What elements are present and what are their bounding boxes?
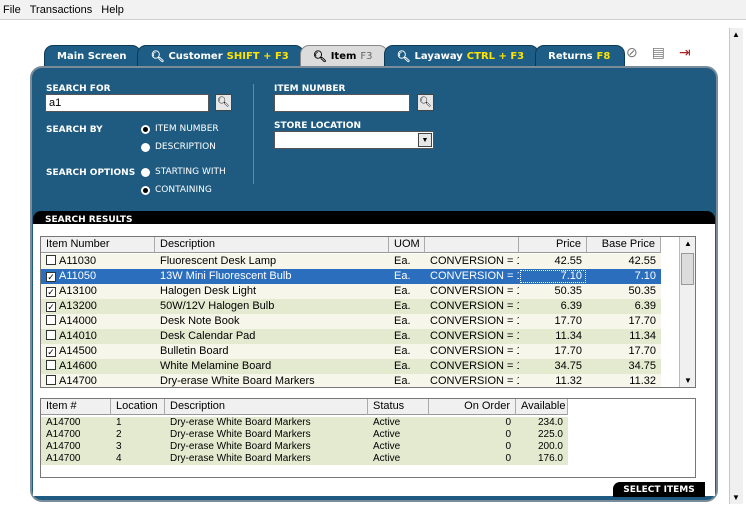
inventory-grid: Item # Location Description Status On Or… — [40, 398, 696, 478]
search-for-input[interactable] — [45, 94, 209, 112]
list-item[interactable]: A14700 3 Dry-erase White Board Markers Acti… — [41, 441, 568, 453]
table-row[interactable]: A11030 Fluorescent Desk Lamp Ea. CONVERSION… — [41, 254, 661, 269]
scroll-down-icon[interactable]: ▼ — [732, 493, 740, 502]
search-by-label: SEARCH BY — [46, 125, 103, 135]
tab-main-screen[interactable]: Main Screen — [44, 45, 142, 67]
col-inv-description[interactable]: Description — [165, 399, 368, 415]
row-checkbox[interactable]: ✓ — [46, 272, 56, 282]
item-number-search-button[interactable]: 🔍︎ — [417, 94, 434, 111]
toolbar-icons: ⊘ ▤ ⇥ — [626, 44, 691, 61]
table-row[interactable]: A14600 White Melamine Board Ea. CONVERSION … — [41, 359, 661, 374]
tab-customer[interactable]: 🔍︎ Customer SHIFT + F3 — [137, 45, 304, 67]
col-location[interactable]: Location — [111, 399, 165, 415]
row-checkbox[interactable]: ✓ — [46, 302, 56, 312]
table-row[interactable]: ✓ A13200 50W/12V Halogen Bulb Ea. CONVERSION… — [41, 299, 661, 314]
scroll-up-icon[interactable]: ▲ — [684, 239, 692, 248]
tab-layaway[interactable]: 🔍︎ Layaway CTRL + F3 — [383, 45, 540, 67]
row-checkbox[interactable] — [46, 330, 56, 340]
table-row[interactable]: ✓ A14500 Bulletin Board Ea. CONVERSION = 1 17… — [41, 344, 661, 359]
table-row[interactable]: A14000 Desk Note Book Ea. CONVERSION = 1 17.… — [41, 314, 661, 329]
tab-returns[interactable]: Returns F8 — [535, 45, 626, 67]
search-results-grid: Item Number Description UOM Price Base P… — [40, 236, 696, 388]
cancel-icon[interactable]: ⊘ — [626, 44, 638, 61]
row-checkbox[interactable] — [46, 255, 56, 265]
row-checkbox[interactable]: ✓ — [46, 347, 56, 357]
menu-help[interactable]: Help — [101, 4, 124, 16]
col-price[interactable]: Price — [519, 237, 587, 253]
tab-bar: Main Screen 🔍︎ Customer SHIFT + F3 🔍︎ Item F… — [44, 45, 626, 67]
exit-icon[interactable]: ⇥ — [679, 44, 691, 61]
row-checkbox[interactable]: ✓ — [46, 287, 56, 297]
store-location-select[interactable]: ▼ — [274, 131, 434, 149]
row-checkbox[interactable] — [46, 375, 56, 385]
results-scrollbar[interactable]: ▲ ▼ — [679, 237, 695, 387]
window-scrollbar[interactable]: ▲ ▼ — [729, 28, 743, 504]
search-for-button[interactable]: 🔍︎ — [215, 94, 232, 111]
scroll-thumb[interactable] — [681, 253, 694, 285]
list-item[interactable]: A14700 2 Dry-erase White Board Markers Acti… — [41, 429, 568, 441]
grid-header: Item Number Description UOM Price Base P… — [41, 237, 661, 253]
register-icon[interactable]: ▤ — [652, 44, 665, 61]
table-row[interactable]: A14010 Desk Calendar Pad Ea. CONVERSION = 1… — [41, 329, 661, 344]
row-checkbox[interactable] — [46, 315, 56, 325]
search-icon: 🔍︎ — [419, 97, 432, 108]
search-icon: 🔍︎ — [396, 50, 411, 63]
inventory-header: Item # Location Description Status On Or… — [41, 399, 568, 415]
list-item[interactable]: A14700 1 Dry-erase White Board Markers Acti… — [41, 417, 568, 429]
col-available[interactable]: Available — [516, 399, 568, 415]
tab-item[interactable]: 🔍︎ Item F3 — [299, 45, 388, 67]
menu-bar: File Transactions Help — [0, 0, 746, 20]
col-description[interactable]: Description — [155, 237, 389, 253]
radio-starting-with[interactable]: STARTING WITH — [141, 167, 226, 177]
search-options-label: SEARCH OPTIONS — [46, 168, 136, 178]
col-conversion[interactable] — [425, 237, 519, 253]
scroll-down-icon[interactable]: ▼ — [684, 376, 692, 385]
search-for-label: SEARCH FOR — [46, 84, 111, 94]
col-status[interactable]: Status — [368, 399, 429, 415]
col-item-num[interactable]: Item # — [41, 399, 111, 415]
store-location-label: STORE LOCATION — [274, 121, 362, 131]
menu-transactions[interactable]: Transactions — [30, 4, 93, 16]
search-icon: 🔍︎ — [312, 50, 327, 63]
table-row[interactable]: A14700 Dry-erase White Board Markers Ea. CO… — [41, 374, 661, 387]
col-item-number[interactable]: Item Number — [41, 237, 155, 253]
item-number-label: ITEM NUMBER — [274, 84, 346, 94]
divider — [253, 84, 254, 184]
radio-search-by-item-number[interactable]: ITEM NUMBER — [141, 124, 219, 134]
item-number-input[interactable] — [274, 94, 410, 112]
search-icon: 🔍︎ — [150, 50, 165, 63]
col-base-price[interactable]: Base Price — [587, 237, 661, 253]
col-on-order[interactable]: On Order — [429, 399, 516, 415]
radio-search-by-description[interactable]: DESCRIPTION — [141, 142, 216, 152]
search-icon: 🔍︎ — [217, 97, 230, 108]
menu-file[interactable]: File — [3, 4, 21, 16]
row-checkbox[interactable] — [46, 360, 56, 370]
table-row[interactable]: ✓ A11050 13W Mini Fluorescent Bulb Ea. CONVE… — [41, 269, 661, 284]
radio-containing[interactable]: CONTAINING — [141, 185, 212, 195]
col-uom[interactable]: UOM — [389, 237, 425, 253]
select-items-button[interactable]: SELECT ITEMS — [613, 482, 705, 497]
list-item[interactable]: A14700 4 Dry-erase White Board Markers Acti… — [41, 453, 568, 465]
table-row[interactable]: ✓ A13100 Halogen Desk Light Ea. CONVERSION =… — [41, 284, 661, 299]
chevron-down-icon[interactable]: ▼ — [418, 133, 432, 147]
scroll-up-icon[interactable]: ▲ — [732, 30, 740, 39]
